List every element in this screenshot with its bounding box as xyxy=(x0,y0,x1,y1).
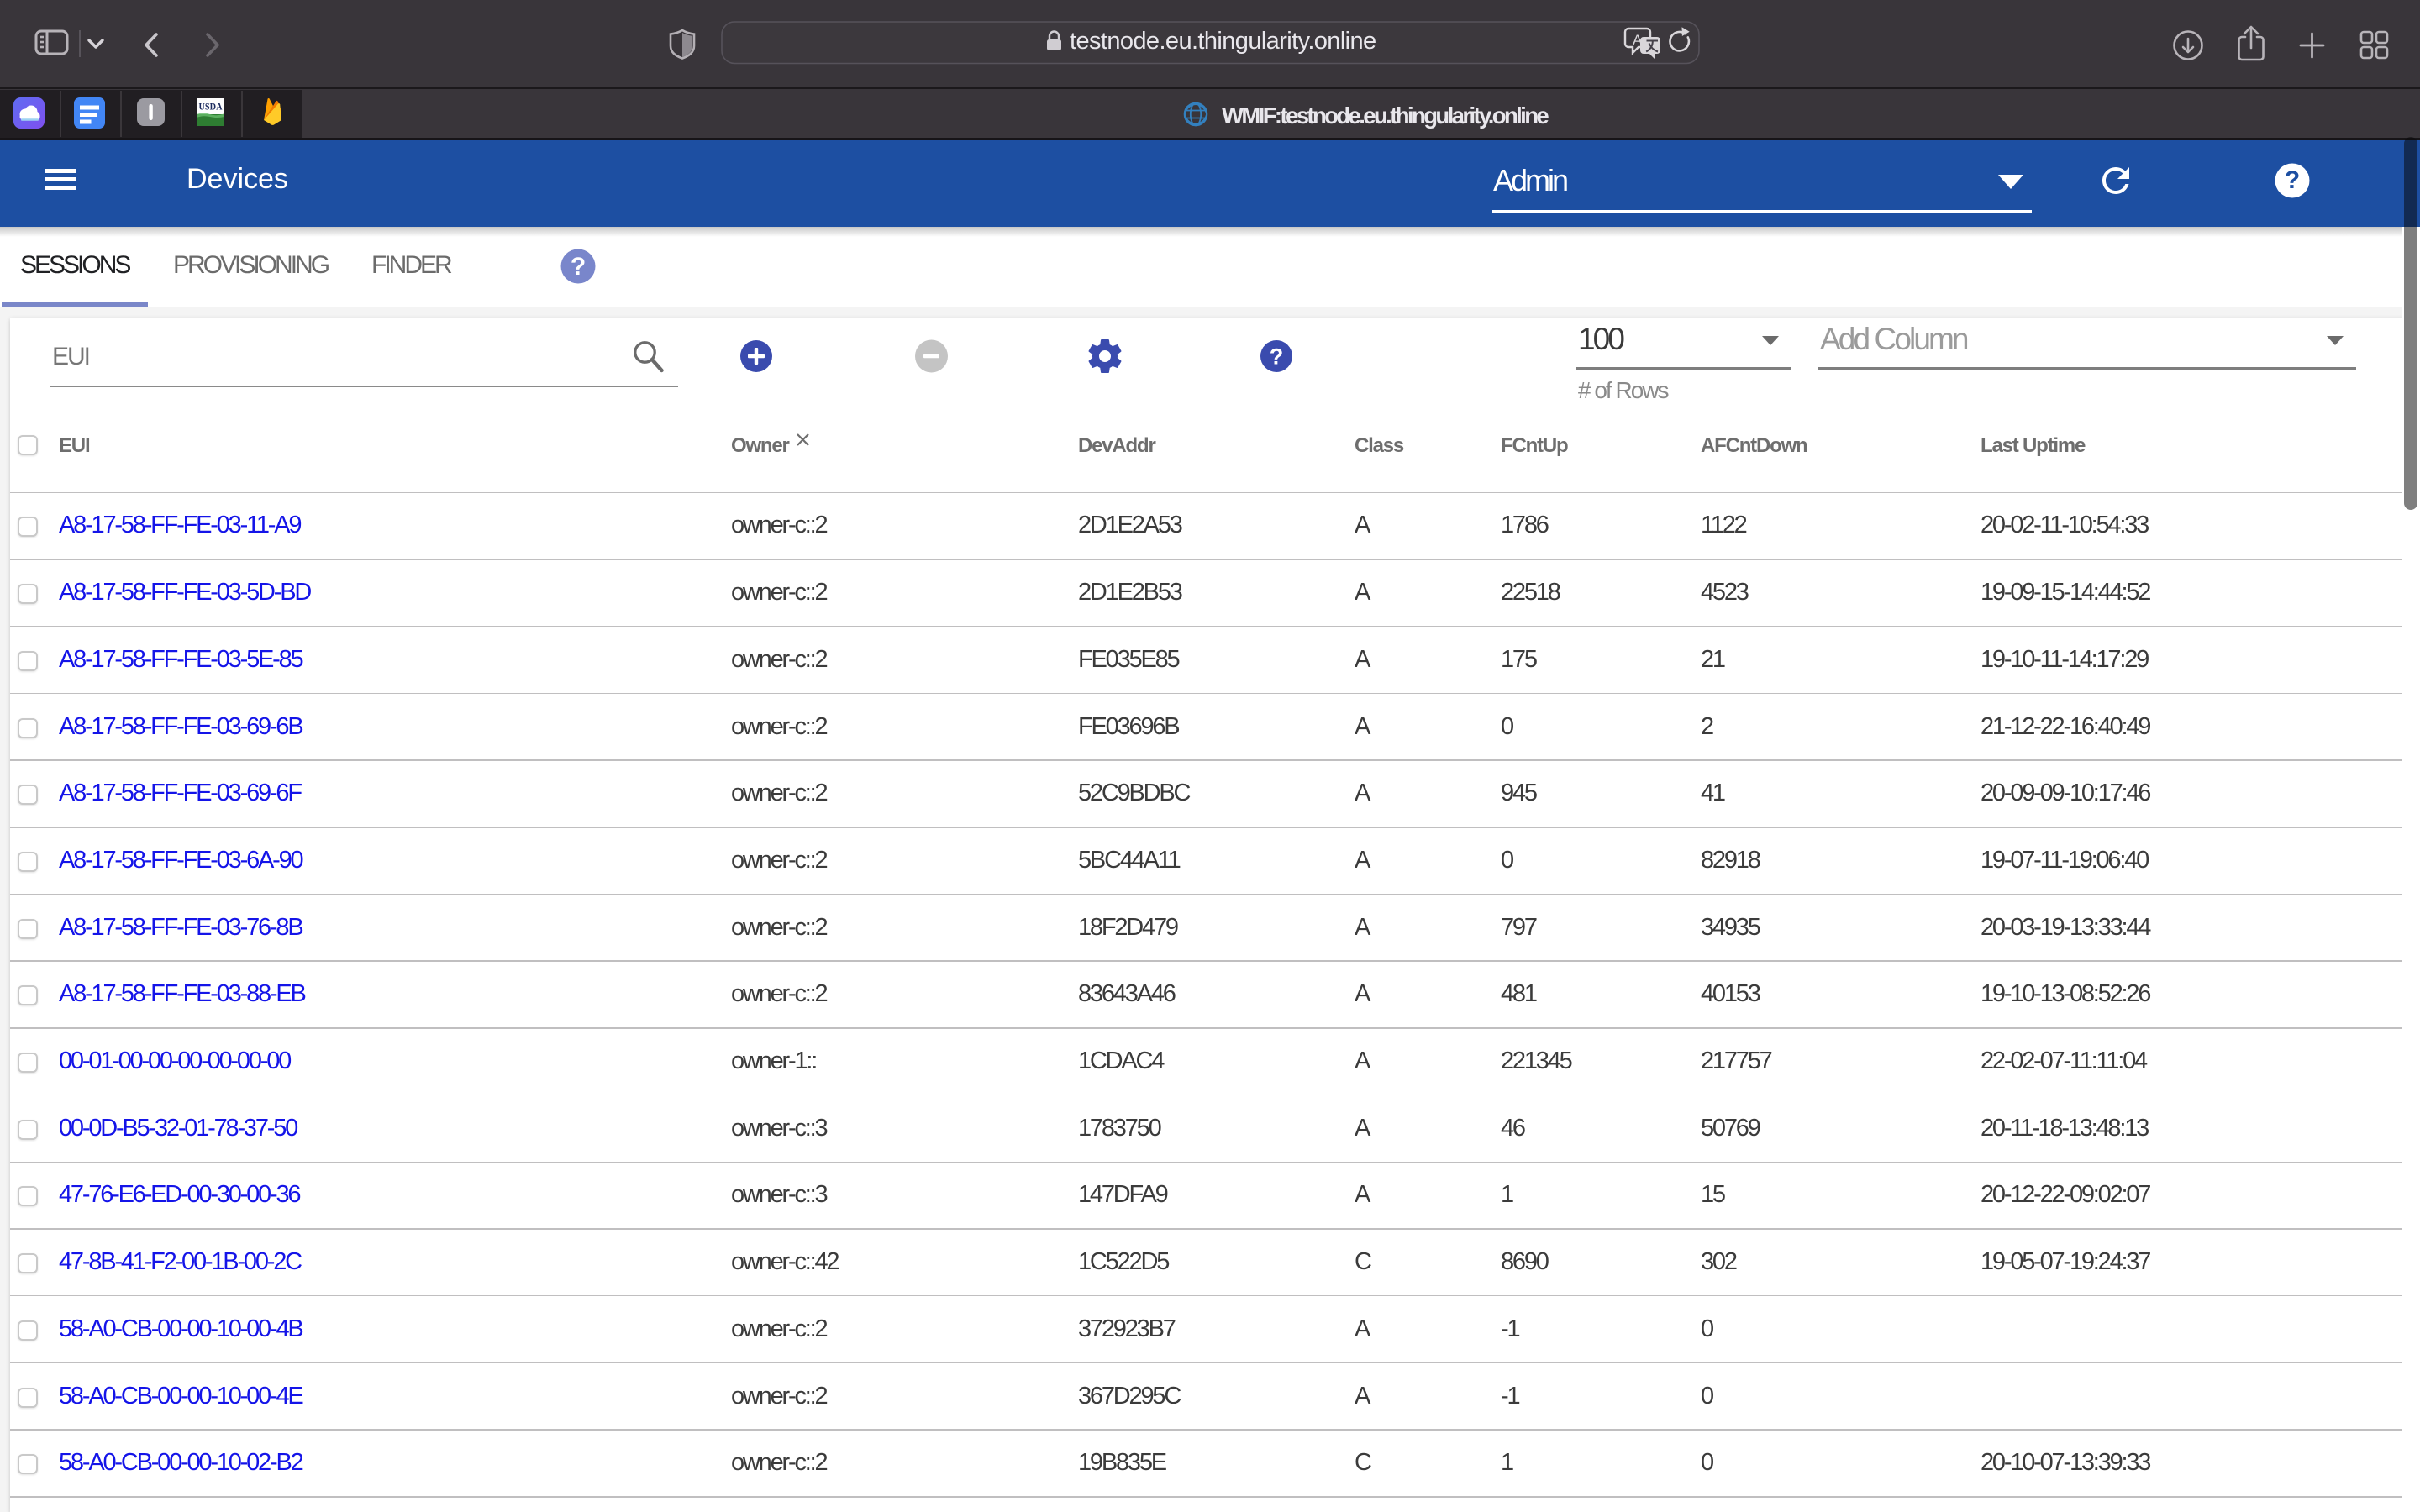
svg-text:?: ? xyxy=(571,253,586,281)
svg-text:?: ? xyxy=(2285,166,2300,194)
svg-text:?: ? xyxy=(1270,344,1284,370)
svg-text:USDA: USDA xyxy=(199,102,224,113)
